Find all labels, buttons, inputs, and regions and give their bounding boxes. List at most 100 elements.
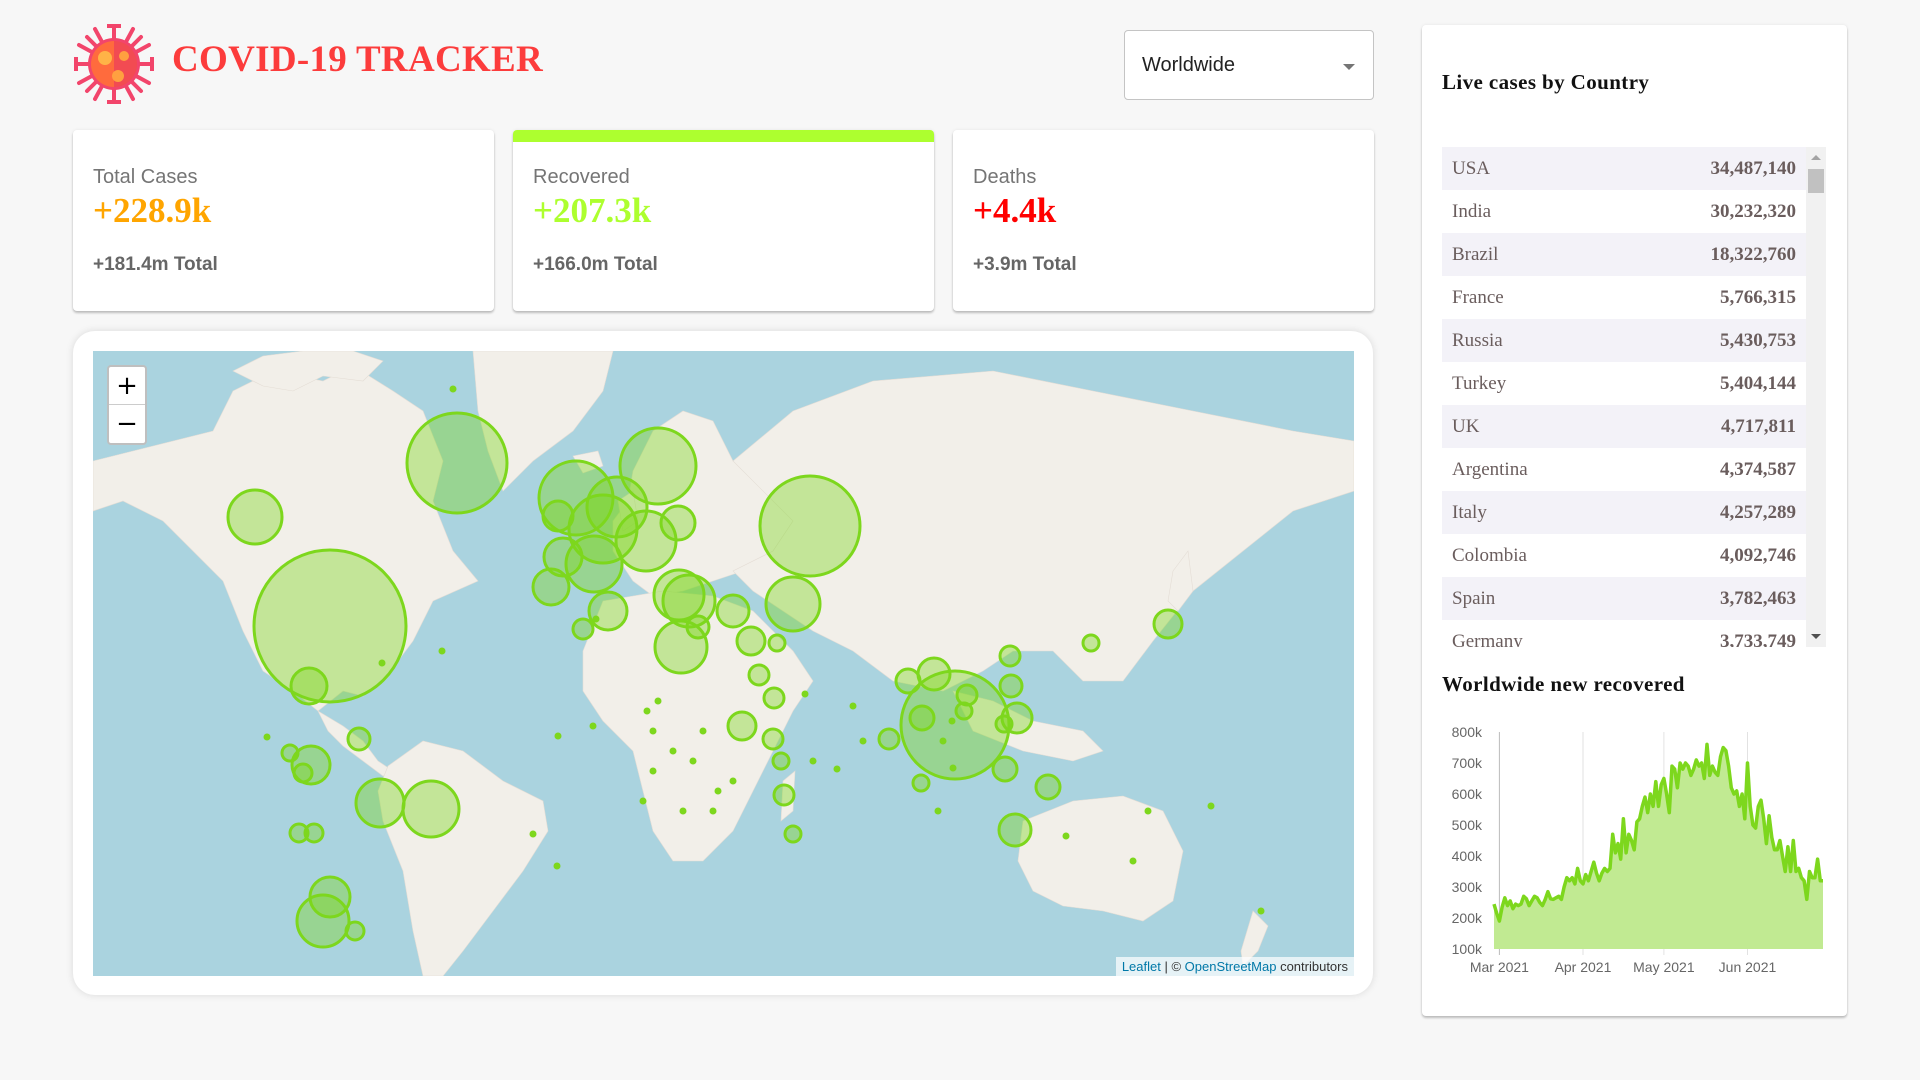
scroll-thumb[interactable] <box>1808 169 1824 193</box>
case-circle[interactable] <box>659 504 697 542</box>
case-circle[interactable] <box>587 590 629 632</box>
country-select[interactable]: Worldwide <box>1124 30 1374 100</box>
case-circle[interactable] <box>405 411 509 515</box>
case-circle[interactable] <box>911 773 931 793</box>
case-circle[interactable] <box>729 777 737 785</box>
case-circle[interactable] <box>649 727 657 735</box>
case-circle[interactable] <box>954 701 974 721</box>
case-circle[interactable] <box>689 757 697 765</box>
case-circle[interactable] <box>346 726 372 752</box>
scroll-up-arrow-icon[interactable] <box>1811 155 1821 160</box>
case-circle[interactable] <box>894 667 922 695</box>
case-circle[interactable] <box>1144 807 1152 815</box>
case-circle[interactable] <box>877 727 901 751</box>
case-circle[interactable] <box>998 673 1024 699</box>
case-circle[interactable] <box>948 717 956 725</box>
case-circle[interactable] <box>771 751 791 771</box>
case-circle[interactable] <box>344 920 366 942</box>
case-circle[interactable] <box>809 757 817 765</box>
case-circle[interactable] <box>772 783 796 807</box>
case-circle[interactable] <box>295 893 351 949</box>
country-name: Colombia <box>1452 544 1527 566</box>
case-circle[interactable] <box>767 633 787 653</box>
case-circle[interactable] <box>859 737 867 745</box>
case-circle[interactable] <box>991 755 1019 783</box>
info-card-recovered[interactable]: Recovered +207.3k +166.0m Total <box>513 130 934 311</box>
y-tick-label: 100k <box>1452 941 1483 957</box>
case-circle[interactable] <box>571 617 595 641</box>
case-circle[interactable] <box>908 704 936 732</box>
case-circle[interactable] <box>303 822 325 844</box>
info-card-deaths[interactable]: Deaths +4.4k +3.9m Total <box>953 130 1374 311</box>
case-circle[interactable] <box>1081 633 1101 653</box>
case-circle[interactable] <box>997 812 1033 848</box>
case-circle[interactable] <box>541 499 575 533</box>
country-table-body[interactable]: USA 34,487,140 India 30,232,320 Brazil 18,322… <box>1442 147 1806 647</box>
case-circle[interactable] <box>449 385 457 393</box>
case-circle[interactable] <box>679 807 687 815</box>
case-circle[interactable] <box>699 727 707 735</box>
table-scrollbar[interactable] <box>1806 147 1826 647</box>
case-circle[interactable] <box>715 593 751 629</box>
case-circle[interactable] <box>378 659 386 667</box>
case-circle[interactable] <box>685 614 711 640</box>
leaflet-link[interactable]: Leaflet <box>1122 959 1161 974</box>
case-circle[interactable] <box>998 644 1022 668</box>
case-circle[interactable] <box>801 690 809 698</box>
case-circle[interactable] <box>438 647 446 655</box>
zoom-in-button[interactable]: + <box>109 367 145 405</box>
world-map[interactable]: + − Leaflet | © OpenStreetMap contributo… <box>93 351 1354 976</box>
country-cases: 34,487,140 <box>1710 157 1797 179</box>
case-circle[interactable] <box>531 567 571 607</box>
case-circle[interactable] <box>529 830 537 838</box>
case-circle[interactable] <box>263 733 271 741</box>
case-circle[interactable] <box>280 743 300 763</box>
case-circle[interactable] <box>764 575 822 633</box>
case-circle[interactable] <box>585 475 649 539</box>
case-circle[interactable] <box>849 702 857 710</box>
case-circle[interactable] <box>1207 802 1215 810</box>
case-circle[interactable] <box>833 765 841 773</box>
case-circle[interactable] <box>735 625 767 657</box>
case-circle[interactable] <box>289 666 329 706</box>
case-circle[interactable] <box>994 714 1014 734</box>
zoom-out-button[interactable]: − <box>109 405 145 443</box>
case-circle[interactable] <box>939 737 947 745</box>
case-circle[interactable] <box>1257 907 1265 915</box>
case-circle[interactable] <box>354 777 406 829</box>
info-card-total-cases[interactable]: Total Cases +228.9k +181.4m Total <box>73 130 494 311</box>
case-circle[interactable] <box>747 663 771 687</box>
case-circle[interactable] <box>714 787 722 795</box>
case-circle[interactable] <box>554 732 562 740</box>
country-name: Turkey <box>1452 372 1507 394</box>
case-circle[interactable] <box>654 697 662 705</box>
case-circle[interactable] <box>762 686 786 710</box>
openstreetmap-link[interactable]: OpenStreetMap <box>1185 959 1277 974</box>
case-circle[interactable] <box>592 615 600 623</box>
case-circle[interactable] <box>553 862 561 870</box>
case-circle[interactable] <box>1152 608 1184 640</box>
case-circle[interactable] <box>589 722 597 730</box>
case-circle[interactable] <box>1062 832 1070 840</box>
scroll-down-arrow-icon[interactable] <box>1811 634 1821 639</box>
case-circle[interactable] <box>709 807 717 815</box>
case-circle[interactable] <box>916 656 952 692</box>
case-circle[interactable] <box>761 727 785 751</box>
case-circle[interactable] <box>643 707 651 715</box>
case-circle[interactable] <box>669 747 677 755</box>
y-tick-label: 800k <box>1452 724 1483 740</box>
case-circle[interactable] <box>758 474 862 578</box>
case-circle[interactable] <box>226 488 284 546</box>
case-circle[interactable] <box>726 710 758 742</box>
case-circle[interactable] <box>1129 857 1137 865</box>
case-circle[interactable] <box>401 779 461 839</box>
case-circle[interactable] <box>934 807 942 815</box>
case-circle[interactable] <box>639 797 647 805</box>
case-circle[interactable] <box>949 764 957 772</box>
map-attribution: Leaflet | © OpenStreetMap contributors <box>1115 957 1354 976</box>
case-circle[interactable] <box>292 762 314 784</box>
case-circle[interactable] <box>1034 773 1062 801</box>
case-circle[interactable] <box>783 824 803 844</box>
case-circle[interactable] <box>649 767 657 775</box>
case-circle[interactable] <box>252 548 408 704</box>
